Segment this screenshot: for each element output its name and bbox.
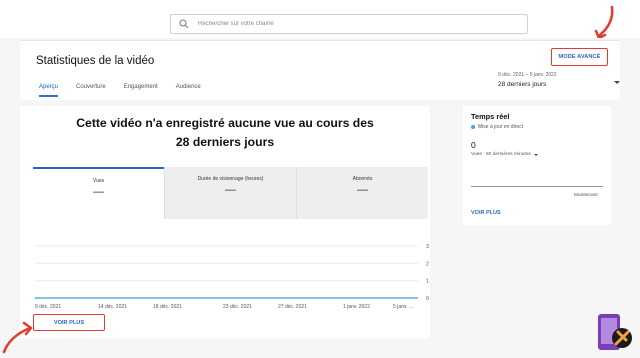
metric-tabs: Vues — Durée de visionnage (heures) — Ab… [33,167,428,219]
chevron-down-icon [533,153,538,156]
live-status-text: Mise à jour en direct [478,124,524,130]
date-range-selector[interactable]: 9 déc. 2021 – 5 janv. 2022 28 derniers j… [498,72,557,88]
y-tick-label: 3 [426,244,429,250]
top-bar [0,0,640,38]
live-status: Mise à jour en direct [471,124,523,130]
x-tick-label: 5 janv. ... [393,304,413,310]
metric-value: — [357,184,368,196]
site-logo-icon [598,314,632,350]
metric-subscribers[interactable]: Abonnés — [296,167,428,219]
x-tick-label: 1 janv. 2022 [343,304,370,310]
realtime-voir-plus-button[interactable]: VOIR PLUS [471,210,501,216]
realtime-card: Temps réel Mise à jour en direct 0 Vues … [463,106,611,225]
page-body: Statistiques de la vidéo MODE AVANCÉ Ape… [0,38,640,358]
live-dot-icon [471,125,475,129]
date-range-dates: 9 déc. 2021 – 5 janv. 2022 [498,72,557,78]
realtime-now-label: Maintenant [574,193,598,198]
realtime-count: 0 [471,140,476,150]
x-tick-label: 14 déc. 2021 [98,304,127,310]
y-tick-label: 1 [426,279,429,285]
x-tick-label: 9 déc. 2021 [35,304,61,310]
views-chart: 3 2 1 0 9 déc. 2021 14 déc. 2021 18 déc. 2021 2… [35,244,429,310]
metric-label: Durée de visionnage (heures) [197,176,264,182]
y-tick-label: 0 [426,296,429,302]
metric-label: Abonnés [352,176,373,182]
views-period-label: Vues · 60 dernières minutes [471,152,531,157]
x-tick-label: 23 déc. 2021 [223,304,252,310]
metric-value: — [93,186,104,198]
tab-apercu[interactable]: Aperçu [39,84,59,97]
metric-views[interactable]: Vues — [33,167,164,219]
metric-watch-time[interactable]: Durée de visionnage (heures) — [164,167,296,219]
metric-label: Vues [92,178,105,184]
tab-couverture[interactable]: Couverture [76,84,106,97]
headline-line-1: Cette vidéo n'a enregistré aucune vue au… [76,116,374,130]
advanced-mode-button[interactable]: MODE AVANCÉ [551,48,608,66]
headline-line-2: 28 derniers jours [175,135,275,149]
y-tick-label: 2 [426,261,429,267]
search-box[interactable] [170,14,528,34]
realtime-title: Temps réel [471,112,510,121]
chevron-down-icon[interactable] [614,81,620,84]
search-input[interactable] [198,21,498,27]
tab-engagement[interactable]: Engagement [124,84,158,97]
search-icon [179,19,189,29]
date-range-label: 28 derniers jours [498,81,547,88]
tab-bar: Aperçu Couverture Engagement Audience [39,84,219,97]
realtime-axis [471,186,603,187]
overview-card: Cette vidéo n'a enregistré aucune vue au… [20,106,430,338]
header-card: Statistiques de la vidéo MODE AVANCÉ Ape… [20,40,620,100]
page-title: Statistiques de la vidéo [36,55,155,67]
tab-audience[interactable]: Audience [176,84,201,97]
no-views-headline: Cette vidéo n'a enregistré aucune vue au… [20,114,430,152]
red-arrow-icon [2,321,33,354]
metric-value: — [225,184,236,196]
views-period-selector[interactable]: Vues · 60 dernières minutes [471,152,538,157]
x-tick-label: 27 déc. 2021 [278,304,307,310]
x-tick-label: 18 déc. 2021 [153,304,182,310]
